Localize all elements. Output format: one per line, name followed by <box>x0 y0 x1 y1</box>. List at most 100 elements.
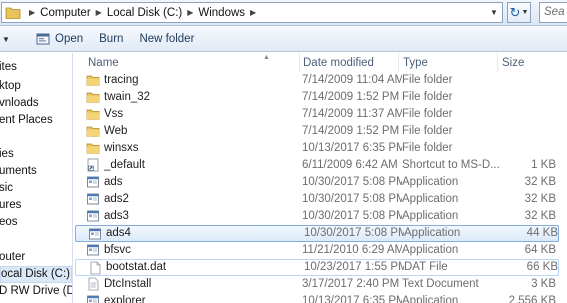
column-header-type[interactable]: Type <box>403 57 428 69</box>
column-divider[interactable] <box>299 53 300 72</box>
chevron-right-icon[interactable]: ▶ <box>91 8 107 17</box>
file-date-modified: 10/13/2017 6:35 PM <box>302 142 402 154</box>
file-type: Shortcut to MS-D... <box>402 159 500 171</box>
file-size: 3 KB <box>531 278 556 290</box>
column-divider[interactable] <box>398 53 399 72</box>
chevron-right-icon[interactable]: ▶ <box>182 8 198 17</box>
file-name: _default <box>104 159 145 171</box>
command-bar: ▼ Open Burn New folder <box>0 27 567 52</box>
chevron-down-icon: ▼ <box>521 9 529 16</box>
file-date-modified: 7/14/2009 11:37 AM <box>302 108 402 120</box>
file-date-modified: 11/21/2010 6:29 AM <box>302 244 402 256</box>
file-name: explorer <box>104 295 146 303</box>
file-date-modified: 3/17/2017 2:40 PM <box>302 278 400 290</box>
nav-item-libraries[interactable]: ies <box>0 148 14 160</box>
file-type: Application <box>402 193 459 205</box>
breadcrumb-computer[interactable]: Computer <box>40 7 91 19</box>
file-type: File folder <box>402 91 453 103</box>
nav-item-local-disk[interactable]: ocal Disk (C:) <box>0 266 72 283</box>
file-size: 32 KB <box>524 210 556 222</box>
nav-item-recent-places[interactable]: ent Places <box>0 114 53 126</box>
file-date-modified: 10/23/2017 1:55 PM <box>304 261 404 273</box>
refresh-button[interactable]: ↻ ▼ <box>507 2 531 23</box>
nav-item-downloads[interactable]: vnloads <box>0 97 39 109</box>
search-input[interactable]: Sea <box>539 2 567 23</box>
breadcrumb-windows[interactable]: Windows <box>198 7 245 19</box>
file-row-tracing[interactable]: tracing 7/14/2009 11:04 AM File folder <box>74 72 567 89</box>
file-type: Text Document <box>402 278 479 290</box>
file-row-ads[interactable]: ads 10/30/2017 5:08 PM Application 32 KB <box>74 174 567 191</box>
file-type: DAT File <box>404 261 448 273</box>
file-row-ads4[interactable]: ads4 10/30/2017 5:08 PM Application 44 KB <box>75 225 559 242</box>
file-date-modified: 7/14/2009 11:04 AM <box>302 74 402 86</box>
column-header-name[interactable]: Name <box>88 57 119 69</box>
file-size: 32 KB <box>524 176 556 188</box>
file-type: File folder <box>402 142 453 154</box>
folder-icon <box>86 141 100 155</box>
address-dropdown-icon[interactable]: ▼ <box>486 3 502 22</box>
application-icon <box>86 192 100 206</box>
chevron-right-icon[interactable]: ▶ <box>24 8 40 17</box>
folder-icon <box>86 107 100 121</box>
open-icon <box>36 33 50 45</box>
file-size: 1 KB <box>531 159 556 171</box>
column-header-size[interactable]: Size <box>502 57 524 69</box>
organize-dropdown-icon[interactable]: ▼ <box>0 35 10 44</box>
nav-item-music[interactable]: sic <box>0 182 13 194</box>
file-row-vss[interactable]: Vss 7/14/2009 11:37 AM File folder <box>74 106 567 123</box>
nav-item-dvd-drive[interactable]: D RW Drive (D:) 20 <box>0 285 72 297</box>
file-date-modified: 10/13/2017 6:35 PM <box>302 295 402 303</box>
nav-item-favorites[interactable]: ites <box>0 61 17 73</box>
file-row-winsxs[interactable]: winsxs 10/13/2017 6:35 PM File folder <box>74 140 567 157</box>
file-icon <box>88 261 102 275</box>
file-size: 2,556 KB <box>508 295 556 303</box>
file-size: 32 KB <box>524 193 556 205</box>
file-name: ads2 <box>104 193 129 205</box>
file-name: twain_32 <box>104 91 151 103</box>
nav-item-computer[interactable]: outer <box>0 251 25 263</box>
burn-button[interactable]: Burn <box>91 28 131 50</box>
file-row-dtcinstall[interactable]: DtcInstall 3/17/2017 2:40 PM Text Document… <box>74 276 567 293</box>
file-row-web[interactable]: Web 7/14/2009 1:52 PM File folder <box>74 123 567 140</box>
file-row--default[interactable]: _default 6/11/2009 6:42 AM Shortcut to MS-… <box>74 157 567 174</box>
file-type: Application <box>402 176 459 188</box>
open-button[interactable]: Open <box>28 28 91 50</box>
column-headers: ▲ Name Date modified Type Size <box>74 53 567 72</box>
file-row-explorer[interactable]: explorer 10/13/2017 6:35 PM Application 2,5… <box>74 293 567 303</box>
new-folder-label: New folder <box>139 33 195 45</box>
new-folder-button[interactable]: New folder <box>131 28 202 50</box>
application-icon <box>86 175 100 189</box>
file-row-bootstat-dat[interactable]: bootstat.dat 10/23/2017 1:55 PM DAT File 66… <box>75 259 559 276</box>
refresh-icon: ↻ <box>509 4 521 20</box>
file-type: File folder <box>402 74 453 86</box>
file-name: bootstat.dat <box>106 261 167 273</box>
file-row-twain-32[interactable]: twain_32 7/14/2009 1:52 PM File folder <box>74 89 567 106</box>
nav-item-pictures[interactable]: ures <box>0 199 21 211</box>
file-row-ads3[interactable]: ads3 10/30/2017 5:08 PM Application 32 KB <box>74 208 567 225</box>
file-row-bfsvc[interactable]: bfsvc 11/21/2010 6:29 AM Application 64 KB <box>74 242 567 259</box>
navigation-pane: ites ktop vnloads ent Places ies uments … <box>0 53 73 303</box>
nav-item-videos[interactable]: eos <box>0 216 18 228</box>
folder-icon <box>2 3 24 22</box>
chevron-right-icon[interactable]: ▶ <box>245 8 261 17</box>
address-box[interactable]: ▶ Computer ▶ Local Disk (C:) ▶ Windows ▶… <box>1 2 503 23</box>
file-name: DtcInstall <box>104 278 152 290</box>
file-type: File folder <box>402 125 453 137</box>
column-header-date-modified[interactable]: Date modified <box>303 57 374 69</box>
application-icon <box>86 243 100 257</box>
file-row-ads2[interactable]: ads2 10/30/2017 5:08 PM Application 32 KB <box>74 191 567 208</box>
open-label: Open <box>55 33 84 45</box>
file-type: File folder <box>402 108 453 120</box>
file-name: tracing <box>104 74 139 86</box>
breadcrumb-local-disk[interactable]: Local Disk (C:) <box>107 7 182 19</box>
application-icon <box>86 294 100 303</box>
column-divider[interactable] <box>497 53 498 72</box>
file-name: Vss <box>104 108 124 120</box>
nav-item-desktop[interactable]: ktop <box>0 80 21 92</box>
file-name: winsxs <box>104 142 139 154</box>
file-name: ads4 <box>106 227 131 239</box>
folder-icon <box>86 124 100 138</box>
file-date-modified: 10/30/2017 5:08 PM <box>304 227 404 239</box>
nav-item-documents[interactable]: uments <box>0 165 37 177</box>
file-date-modified: 10/30/2017 5:08 PM <box>302 176 402 188</box>
